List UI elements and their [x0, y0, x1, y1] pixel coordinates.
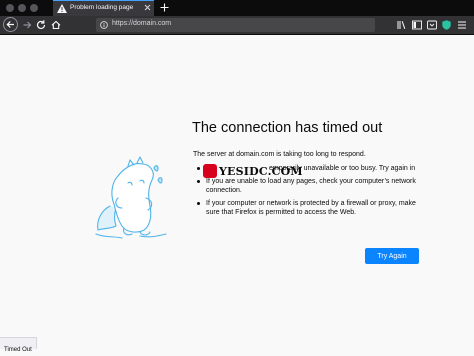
- watermark-logo: YESIDC.COM: [203, 160, 303, 182]
- list-item: If your computer or network is protected…: [197, 199, 431, 217]
- info-icon[interactable]: [100, 21, 108, 29]
- error-description: The server at domain.com is taking too l…: [193, 151, 366, 158]
- tab-title: Problem loading page: [70, 4, 134, 11]
- warning-icon: [57, 4, 67, 13]
- url-bar[interactable]: https://domain.com: [96, 18, 375, 32]
- close-window-button[interactable]: [6, 4, 14, 12]
- home-button[interactable]: [49, 18, 63, 32]
- back-button[interactable]: [3, 17, 18, 32]
- bullet-dot: [197, 202, 200, 205]
- arrow-left-icon: [6, 21, 14, 28]
- status-bar: Timed Out: [0, 337, 37, 353]
- page-title: The connection has timed out: [192, 120, 383, 136]
- library-icon[interactable]: [397, 20, 407, 30]
- menu-icon[interactable]: [457, 20, 467, 30]
- reload-button[interactable]: [34, 18, 48, 32]
- bullet-dot: [197, 180, 200, 183]
- watermark-text: YESIDC.COM: [219, 165, 303, 178]
- forward-button[interactable]: [20, 18, 34, 32]
- close-tab-icon[interactable]: [144, 4, 151, 11]
- tab-problem-loading[interactable]: Problem loading page: [53, 0, 154, 16]
- watermark-seal: [203, 164, 217, 178]
- tab-strip: Problem loading page: [0, 0, 474, 16]
- status-text: Timed Out: [4, 347, 32, 353]
- sidebar-icon[interactable]: [412, 20, 422, 30]
- minimize-window-button[interactable]: [18, 4, 26, 12]
- bullet-dot: [197, 167, 200, 170]
- zoom-window-button[interactable]: [30, 4, 38, 12]
- suggestion-text: If your computer or network is protected…: [206, 200, 416, 216]
- dinosaur-illustration: [95, 156, 167, 239]
- shield-icon[interactable]: [442, 20, 451, 30]
- plus-icon[interactable]: [160, 3, 169, 12]
- pocket-icon[interactable]: [427, 20, 437, 30]
- url-text[interactable]: https://domain.com: [112, 20, 171, 27]
- navigation-toolbar: https://domain.com: [0, 16, 474, 35]
- try-again-button[interactable]: Try Again: [365, 248, 419, 264]
